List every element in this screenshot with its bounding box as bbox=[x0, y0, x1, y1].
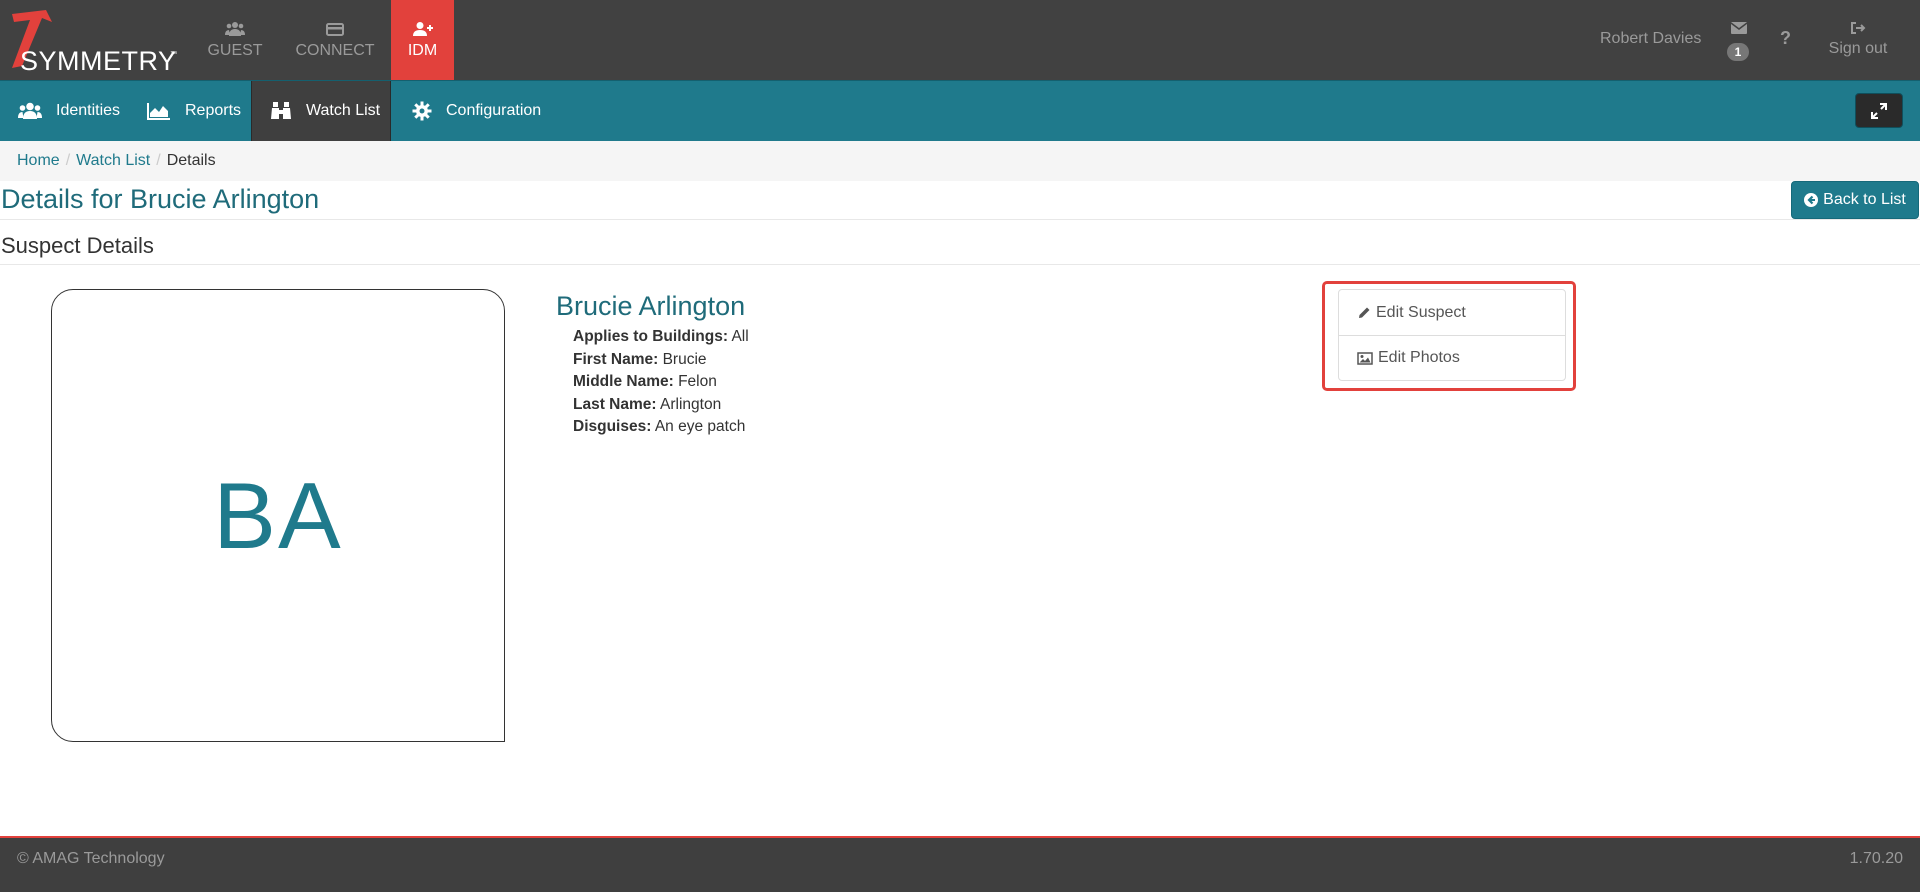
edit-photos-button[interactable]: Edit Photos bbox=[1339, 335, 1565, 380]
envelope-icon bbox=[1730, 22, 1748, 34]
detail-row-last-name: Last Name: Arlington bbox=[573, 394, 749, 417]
card-icon bbox=[326, 23, 344, 36]
nav-reports-label: Reports bbox=[185, 102, 242, 119]
page-title: Details for Brucie Arlington bbox=[1, 184, 320, 214]
app-tab-connect-label: CONNECT bbox=[295, 42, 375, 59]
app-tab-guest-label: GUEST bbox=[207, 42, 263, 59]
section-title: Suspect Details bbox=[1, 233, 154, 258]
nav-configuration[interactable]: Configuration bbox=[412, 81, 541, 141]
expand-icon bbox=[1871, 102, 1887, 119]
users-icon bbox=[225, 22, 245, 36]
user-name[interactable]: Robert Davies bbox=[1600, 30, 1701, 48]
breadcrumb-separator: / bbox=[156, 152, 161, 169]
nav-watch-list-label: Watch List bbox=[306, 102, 381, 119]
pencil-icon bbox=[1357, 306, 1371, 320]
fullscreen-button[interactable] bbox=[1855, 93, 1903, 128]
edit-suspect-label: Edit Suspect bbox=[1376, 303, 1466, 321]
breadcrumb-current: Details bbox=[166, 152, 216, 169]
suspect-details: Applies to Buildings: All First Name: Br… bbox=[573, 326, 749, 439]
app-tab-guest[interactable]: GUEST bbox=[198, 0, 272, 80]
app-tab-connect[interactable]: CONNECT bbox=[285, 0, 385, 80]
area-chart-icon bbox=[147, 102, 171, 120]
detail-row-middle-name: Middle Name: Felon bbox=[573, 371, 749, 394]
detail-value: Arlington bbox=[660, 395, 722, 413]
app-tab-idm-label: IDM bbox=[407, 42, 438, 59]
breadcrumb-home[interactable]: Home bbox=[17, 152, 60, 169]
suspect-avatar: BA bbox=[51, 289, 505, 742]
detail-label: Last Name: bbox=[573, 395, 657, 413]
detail-row-buildings: Applies to Buildings: All bbox=[573, 326, 749, 349]
detail-value: Brucie bbox=[662, 350, 707, 368]
back-to-list-button[interactable]: Back to List bbox=[1791, 181, 1919, 219]
sub-navigation: Identities Reports Watch List Configurat… bbox=[0, 80, 1920, 141]
help-button[interactable]: ? bbox=[1780, 28, 1791, 49]
nav-configuration-label: Configuration bbox=[446, 102, 542, 119]
divider bbox=[0, 219, 1920, 220]
gear-icon bbox=[412, 101, 432, 121]
nav-identities[interactable]: Identities bbox=[18, 81, 120, 141]
detail-label: Disguises: bbox=[573, 418, 652, 435]
top-header: SYMMETRY ™ GUEST CONNECT IDM Robert Davi… bbox=[0, 0, 1920, 80]
edit-suspect-button[interactable]: Edit Suspect bbox=[1339, 290, 1565, 335]
logo-text: SYMMETRY bbox=[20, 46, 177, 76]
app-tab-idm[interactable]: IDM bbox=[391, 0, 454, 80]
detail-label: Applies to Buildings: bbox=[573, 328, 728, 345]
divider bbox=[0, 264, 1920, 265]
footer-copyright: © AMAG Technology bbox=[17, 850, 165, 867]
symmetry-logo[interactable]: SYMMETRY ™ bbox=[6, 6, 182, 76]
suspect-name: Brucie Arlington bbox=[556, 291, 746, 321]
users-icon bbox=[18, 102, 42, 120]
nav-reports[interactable]: Reports bbox=[147, 81, 241, 141]
nav-watch-list[interactable]: Watch List bbox=[251, 81, 391, 141]
edit-photos-label: Edit Photos bbox=[1378, 349, 1460, 366]
message-count-badge[interactable]: 1 bbox=[1727, 43, 1749, 61]
footer-version: 1.70.20 bbox=[1849, 850, 1903, 867]
detail-label: Middle Name: bbox=[573, 373, 674, 390]
back-to-list-label: Back to List bbox=[1823, 191, 1906, 208]
signout-button[interactable]: Sign out bbox=[1826, 20, 1890, 58]
footer: © AMAG Technology 1.70.20 bbox=[0, 836, 1920, 892]
detail-label: First Name: bbox=[573, 350, 659, 368]
detail-value: An eye patch bbox=[654, 418, 746, 435]
breadcrumb-watch-list[interactable]: Watch List bbox=[76, 152, 150, 169]
picture-icon bbox=[1357, 351, 1373, 365]
breadcrumb-separator: / bbox=[65, 152, 71, 169]
circle-arrow-left-icon bbox=[1804, 193, 1819, 207]
user-plus-icon bbox=[412, 22, 433, 36]
avatar-initials: BA bbox=[213, 462, 343, 568]
detail-value: All bbox=[731, 328, 749, 345]
detail-row-disguises: Disguises: An eye patch bbox=[573, 416, 749, 439]
nav-identities-label: Identities bbox=[56, 102, 121, 119]
binoculars-icon bbox=[270, 101, 292, 121]
actions-list: Edit Suspect Edit Photos bbox=[1338, 289, 1566, 381]
breadcrumb: Home / Watch List / Details bbox=[0, 141, 1920, 181]
signout-label: Sign out bbox=[1828, 40, 1888, 57]
detail-value: Felon bbox=[678, 373, 717, 390]
detail-row-first-name: First Name: Brucie bbox=[573, 349, 749, 372]
logo-trademark: ™ bbox=[170, 51, 177, 58]
sign-out-icon bbox=[1851, 22, 1866, 34]
